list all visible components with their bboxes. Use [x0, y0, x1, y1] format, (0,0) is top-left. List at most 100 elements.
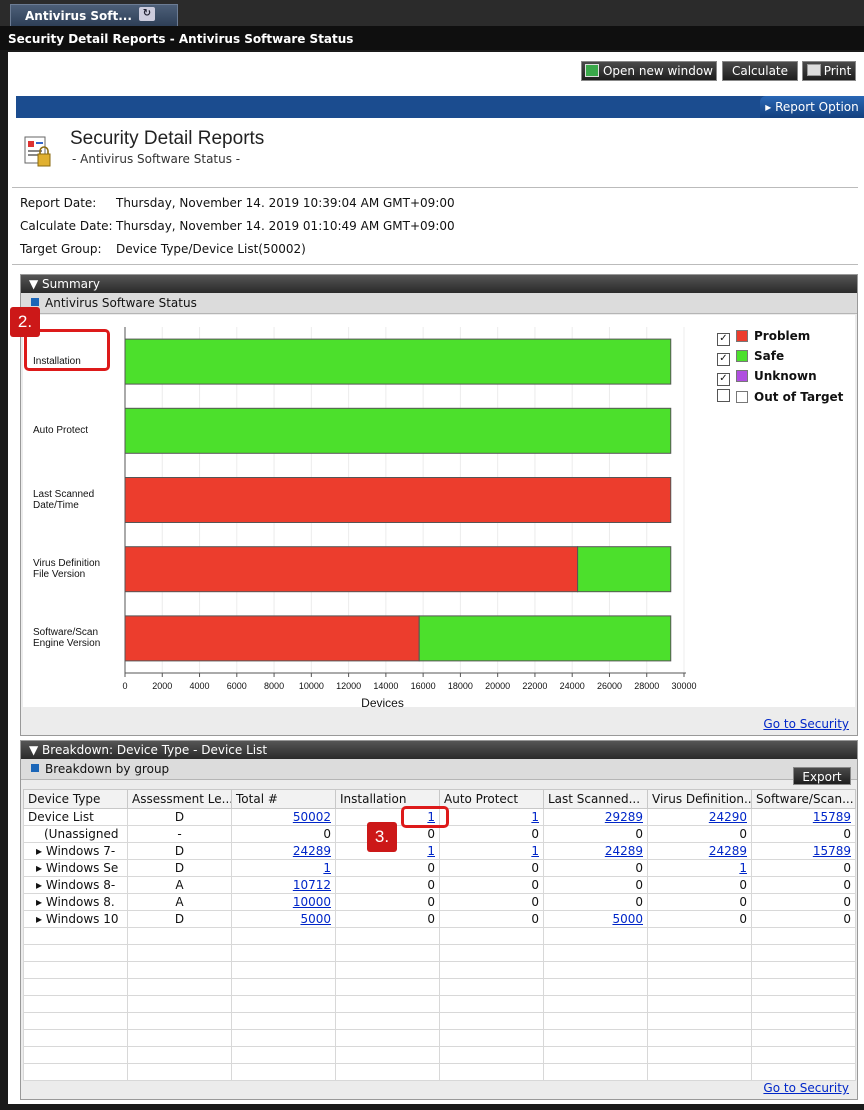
- export-button[interactable]: Export: [793, 767, 851, 785]
- empty-cell: [647, 1046, 752, 1064]
- table-row[interactable]: ▸ Windows 8. A 10000 0 0 0 0 0: [23, 893, 856, 911]
- value-cell[interactable]: 24289: [543, 842, 648, 860]
- open-new-window-button[interactable]: Open new window: [581, 61, 717, 81]
- x-tick-label: 6000: [227, 681, 247, 691]
- x-tick-label: 18000: [448, 681, 473, 691]
- report-date-label: Report Date:: [20, 196, 97, 210]
- legend-checkbox[interactable]: [717, 389, 730, 402]
- empty-cell: [127, 995, 232, 1013]
- legend-swatch: [736, 391, 748, 403]
- count-link[interactable]: 15789: [813, 810, 851, 824]
- value-cell[interactable]: 15789: [751, 808, 856, 826]
- report-option-tab[interactable]: ▸ Report Option: [760, 96, 864, 118]
- calculate-date-value: Thursday, November 14. 2019 01:10:49 AM …: [116, 219, 455, 233]
- value-cell[interactable]: 10712: [231, 876, 336, 894]
- count-link[interactable]: 5000: [612, 912, 643, 926]
- column-header[interactable]: Device Type: [23, 789, 128, 809]
- bar-safe: [577, 546, 672, 593]
- empty-cell: [751, 1046, 856, 1064]
- breakdown-header[interactable]: ▼ Breakdown: Device Type - Device List: [21, 741, 857, 759]
- value-cell[interactable]: 5000: [543, 910, 648, 928]
- legend-item[interactable]: Out of Target: [717, 389, 843, 404]
- legend-checkbox[interactable]: ✓: [717, 373, 730, 386]
- count-link[interactable]: 15789: [813, 844, 851, 858]
- value-cell[interactable]: 1: [231, 859, 336, 877]
- page-subtitle: - Antivirus Software Status -: [72, 152, 241, 166]
- refresh-icon[interactable]: ↻: [139, 7, 155, 21]
- count-link[interactable]: 1: [427, 844, 435, 858]
- device-type-cell[interactable]: ▸ Windows Se: [23, 859, 128, 877]
- device-type-cell[interactable]: ▸ Windows 7-: [23, 842, 128, 860]
- count-link[interactable]: 24289: [293, 844, 331, 858]
- device-type-cell[interactable]: ▸ Windows 8-: [23, 876, 128, 894]
- report-icon: [24, 136, 51, 167]
- legend-item[interactable]: ✓ Problem: [717, 329, 810, 346]
- table-row[interactable]: ▸ Windows Se D 1 0 0 0 1 0: [23, 859, 856, 877]
- print-button[interactable]: Print: [802, 61, 856, 81]
- x-tick-label: 14000: [373, 681, 398, 691]
- value-cell[interactable]: 24289: [647, 842, 752, 860]
- empty-cell: [127, 944, 232, 962]
- empty-cell: [231, 1012, 336, 1030]
- value-cell: 0: [647, 876, 752, 894]
- value-cell[interactable]: 15789: [751, 842, 856, 860]
- legend-checkbox[interactable]: ✓: [717, 333, 730, 346]
- device-type-cell[interactable]: ▸ Windows 8.: [23, 893, 128, 911]
- value-cell: 0: [543, 876, 648, 894]
- column-header[interactable]: Virus Definition...: [647, 789, 752, 809]
- empty-cell: [647, 978, 752, 996]
- count-link[interactable]: 1: [739, 861, 747, 875]
- count-link[interactable]: 1: [531, 810, 539, 824]
- table-row[interactable]: ▸ Windows 8- A 10712 0 0 0 0 0: [23, 876, 856, 894]
- assessment-level-cell: A: [127, 893, 232, 911]
- table-row[interactable]: ▸ Windows 7- D 24289 1 1 24289 24289 15789: [23, 842, 856, 860]
- value-cell: 0: [543, 893, 648, 911]
- go-to-security-link[interactable]: Go to Security: [763, 717, 849, 731]
- chart-area: Installation Auto Protect Last Scanned Date…: [10, 307, 855, 707]
- table-row[interactable]: (Unassigned -0 0 0 0 0 0: [23, 825, 856, 843]
- value-cell[interactable]: 50002: [231, 808, 336, 826]
- column-header[interactable]: Total #: [231, 789, 336, 809]
- device-type-cell[interactable]: (Unassigned: [23, 825, 128, 843]
- value-cell[interactable]: 5000: [231, 910, 336, 928]
- summary-header[interactable]: ▼ Summary: [21, 275, 857, 293]
- column-header[interactable]: Software/Scan...: [751, 789, 856, 809]
- count-link[interactable]: 1: [531, 844, 539, 858]
- device-type-cell[interactable]: ▸ Windows 10: [23, 910, 128, 928]
- value-cell[interactable]: 10000: [231, 893, 336, 911]
- empty-cell: [647, 961, 752, 979]
- column-header[interactable]: Auto Protect: [439, 789, 544, 809]
- value-cell[interactable]: 29289: [543, 808, 648, 826]
- count-link[interactable]: 50002: [293, 810, 331, 824]
- count-link[interactable]: 24289: [709, 844, 747, 858]
- legend-checkbox[interactable]: ✓: [717, 353, 730, 366]
- device-type-cell[interactable]: Device List: [23, 808, 128, 826]
- count-link[interactable]: 29289: [605, 810, 643, 824]
- value-cell[interactable]: 1: [439, 842, 544, 860]
- empty-cell: [647, 944, 752, 962]
- count-link[interactable]: 1: [323, 861, 331, 875]
- table-row[interactable]: ▸ Windows 10 D 5000 0 0 5000 0 0: [23, 910, 856, 928]
- empty-cell: [231, 961, 336, 979]
- empty-cell: [751, 1063, 856, 1081]
- tab-antivirus[interactable]: Antivirus Soft... ↻: [10, 4, 178, 26]
- count-link[interactable]: 5000: [300, 912, 331, 926]
- column-header[interactable]: Assessment Le...: [127, 789, 232, 809]
- calculate-button[interactable]: Calculate: [722, 61, 798, 81]
- empty-row: [23, 995, 856, 1013]
- value-cell[interactable]: 1: [647, 859, 752, 877]
- legend-item[interactable]: ✓ Safe: [717, 349, 784, 366]
- column-header[interactable]: Last Scanned...: [543, 789, 648, 809]
- empty-cell: [335, 927, 440, 945]
- value-cell[interactable]: 24289: [231, 842, 336, 860]
- legend-item[interactable]: ✓ Unknown: [717, 369, 817, 386]
- empty-cell: [543, 978, 648, 996]
- count-link[interactable]: 10000: [293, 895, 331, 909]
- empty-cell: [127, 1012, 232, 1030]
- count-link[interactable]: 24290: [709, 810, 747, 824]
- value-cell[interactable]: 24290: [647, 808, 752, 826]
- value-cell[interactable]: 1: [439, 808, 544, 826]
- go-to-security-link[interactable]: Go to Security: [763, 1081, 849, 1095]
- count-link[interactable]: 10712: [293, 878, 331, 892]
- count-link[interactable]: 24289: [605, 844, 643, 858]
